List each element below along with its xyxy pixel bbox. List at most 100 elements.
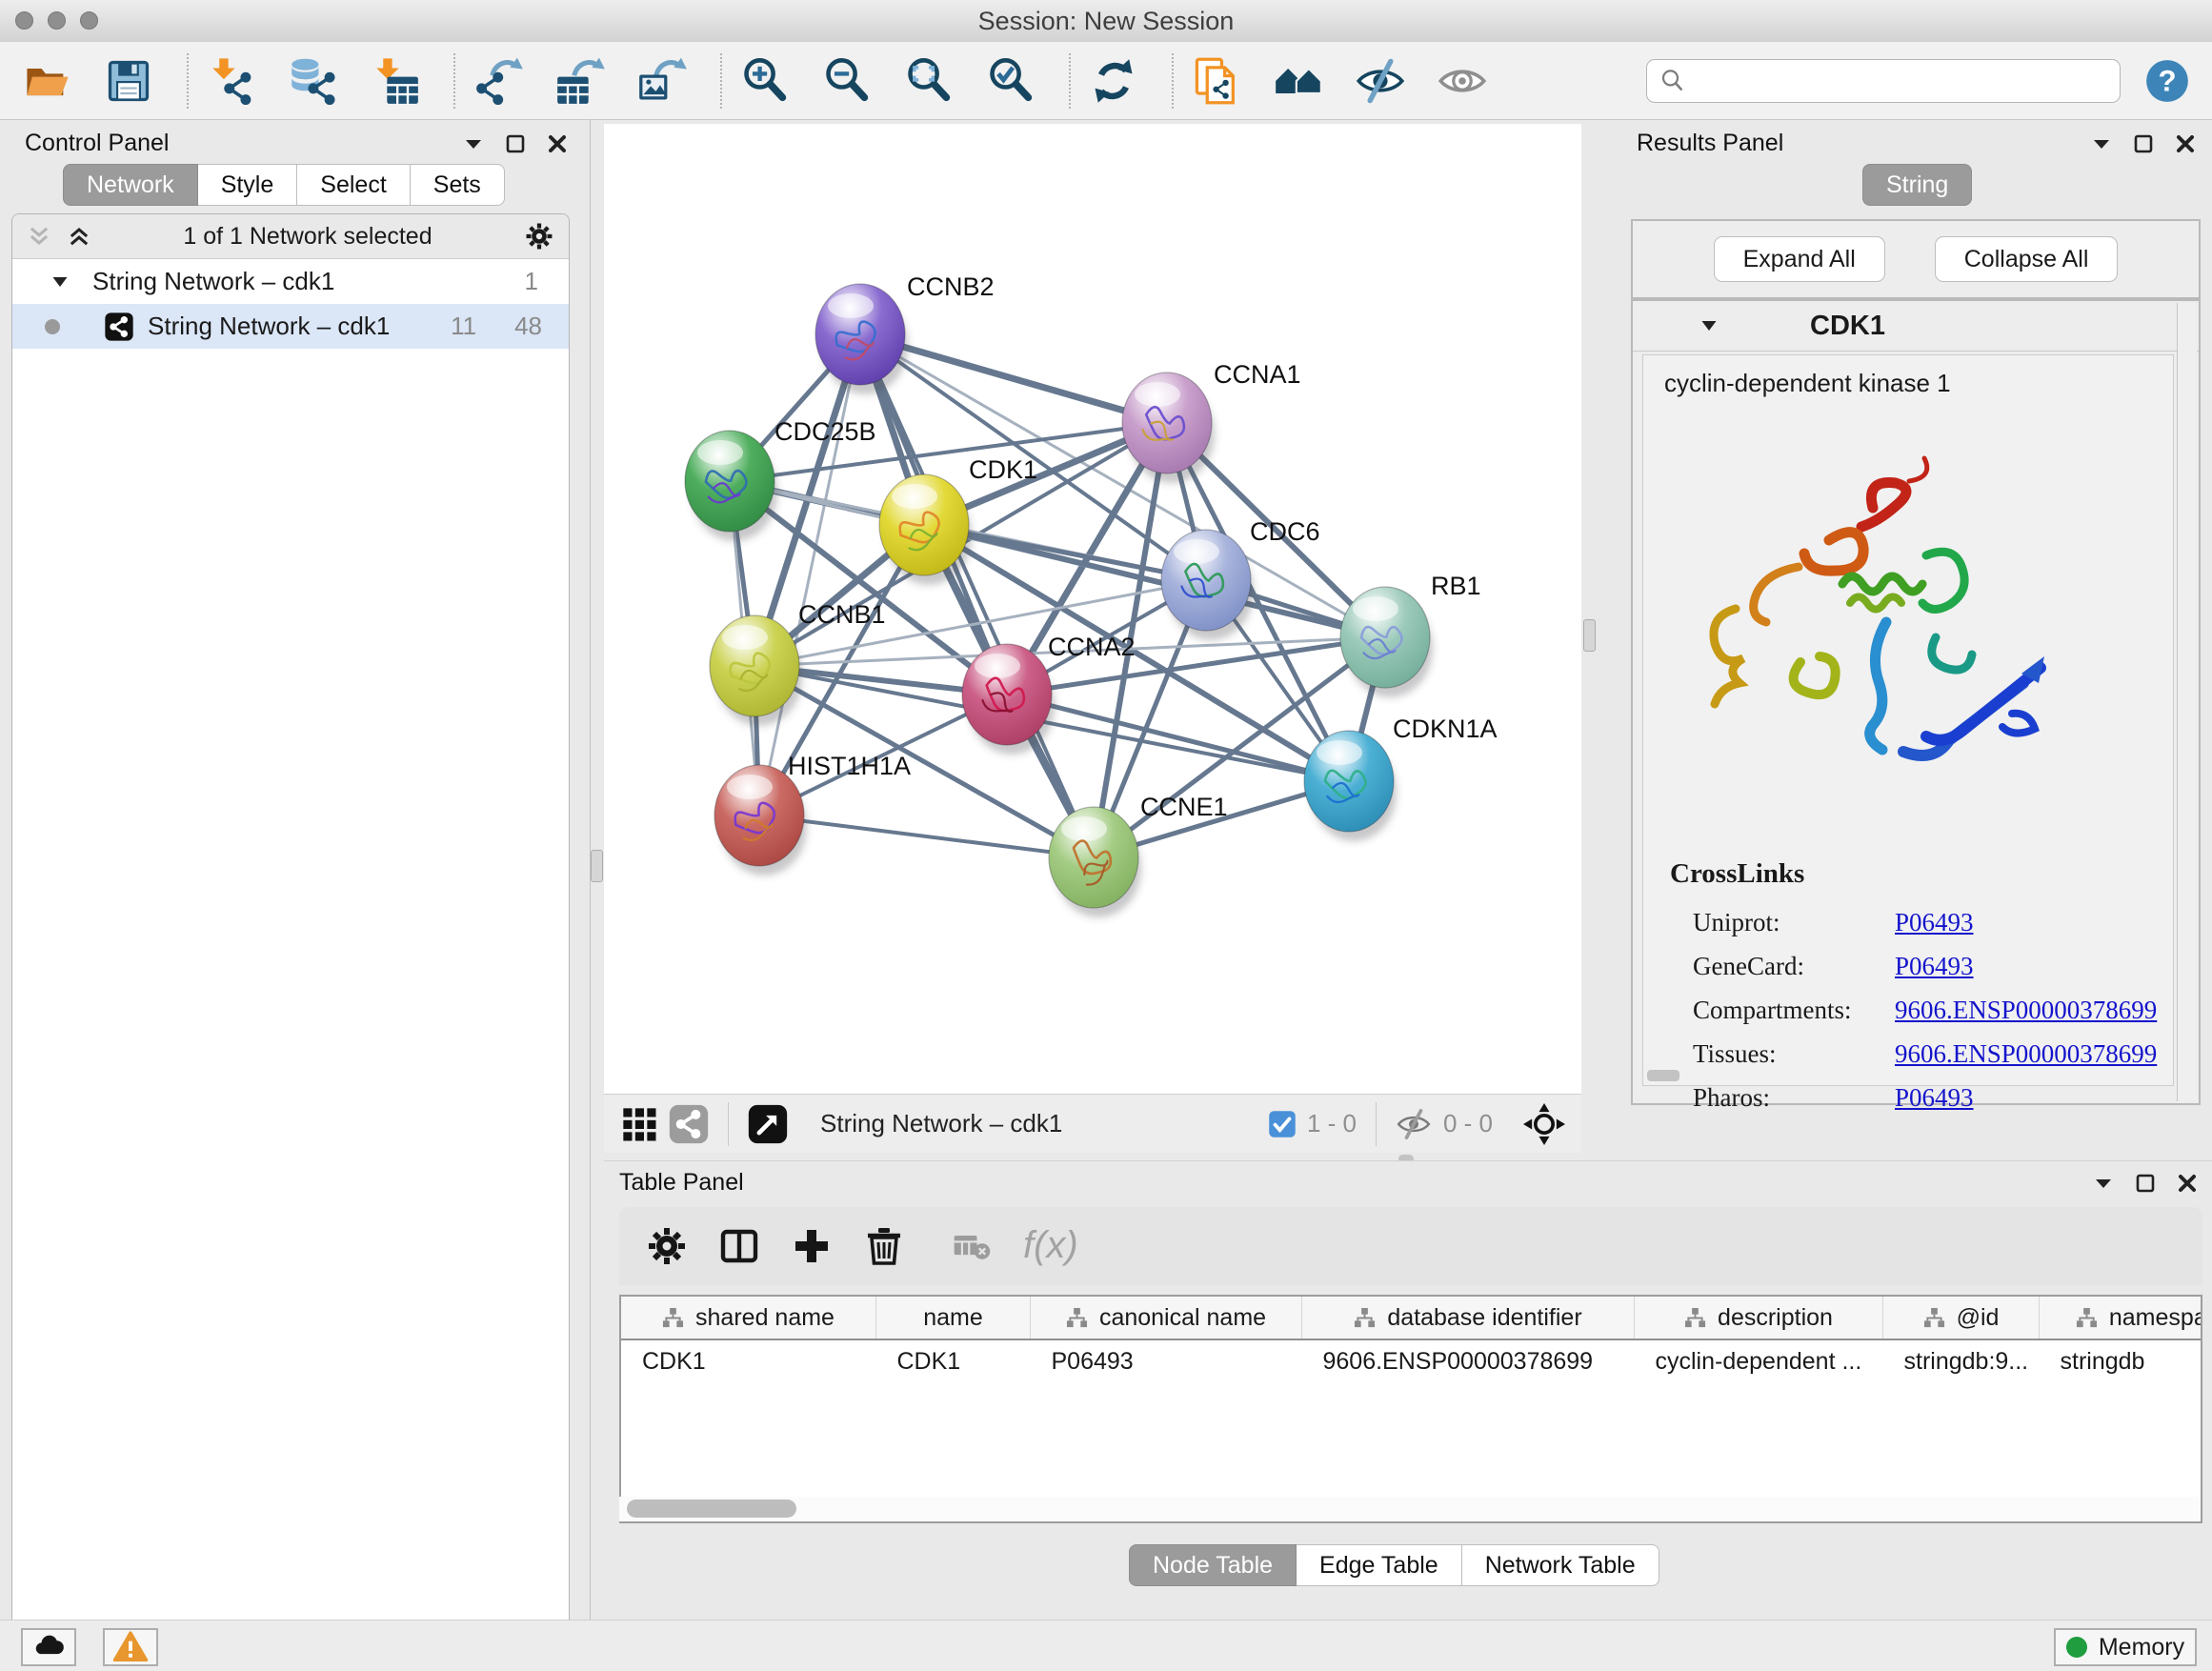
table-hscroll-thumb[interactable] — [627, 1500, 796, 1518]
open-session-button[interactable] — [21, 55, 72, 107]
cloud-status-button[interactable] — [21, 1628, 76, 1666]
grid-view-icon[interactable] — [620, 1105, 658, 1143]
hide-selected-button[interactable] — [1355, 55, 1406, 107]
panel-close-icon[interactable] — [2176, 1172, 2199, 1195]
warning-status-button[interactable] — [103, 1628, 158, 1666]
panel-close-icon[interactable] — [546, 132, 569, 155]
search-box[interactable] — [1646, 59, 2121, 103]
expand-all-button[interactable]: Expand All — [1714, 236, 1885, 282]
results-hscroll-thumb[interactable] — [1647, 1070, 1679, 1081]
panel-menu-icon[interactable] — [2092, 1172, 2115, 1195]
birdseye-pan-icon[interactable] — [1523, 1103, 1565, 1145]
zoom-out-button[interactable] — [821, 55, 873, 107]
export-image-button[interactable] — [636, 55, 688, 107]
delete-table-icon[interactable] — [947, 1221, 996, 1271]
crosslink-link[interactable]: P06493 — [1895, 952, 1974, 981]
detach-view-icon[interactable] — [747, 1103, 789, 1145]
section-expander-icon[interactable] — [1699, 316, 1719, 335]
panel-menu-icon[interactable] — [2090, 132, 2113, 155]
tab-network-table[interactable]: Network Table — [1461, 1544, 1659, 1586]
export-table-button[interactable] — [554, 55, 606, 107]
network-node-rb1[interactable]: RB1 — [1340, 572, 1481, 697]
network-edge[interactable] — [759, 815, 1094, 857]
crosslink-link[interactable]: P06493 — [1895, 1083, 1974, 1113]
network-view-share-icon[interactable] — [668, 1103, 710, 1145]
tab-string[interactable]: String — [1862, 164, 1972, 206]
import-table-file-button[interactable] — [370, 55, 421, 107]
results-vscroll-track[interactable] — [2177, 303, 2197, 1101]
duplicate-network-button[interactable] — [1191, 55, 1242, 107]
network-options-gear-icon[interactable] — [523, 220, 555, 252]
network-row[interactable]: String Network – cdk1 11 48 — [12, 304, 569, 349]
network-node-ccnb2[interactable]: CCNB2 — [815, 272, 995, 394]
search-input[interactable] — [1697, 67, 2108, 95]
delete-column-trash-icon[interactable] — [859, 1221, 909, 1271]
crosslink-link[interactable]: 9606.ENSP00000378699 — [1895, 1039, 2157, 1069]
table-cell[interactable]: stringdb — [2040, 1339, 2203, 1382]
table-row[interactable]: CDK1CDK1P064939606.ENSP00000378699cyclin… — [621, 1339, 2202, 1382]
table-cell[interactable]: CDK1 — [621, 1339, 876, 1382]
hidden-eye-slash-icon[interactable] — [1395, 1105, 1433, 1143]
zoom-in-button[interactable] — [739, 55, 791, 107]
collapse-all-button[interactable]: Collapse All — [1935, 236, 2119, 282]
window-title: Session: New Session — [0, 0, 2212, 42]
panel-float-icon[interactable] — [504, 132, 527, 155]
table-cell[interactable]: 9606.ENSP00000378699 — [1302, 1339, 1635, 1382]
panel-close-icon[interactable] — [2174, 132, 2197, 155]
collapse-all-networks-icon[interactable] — [26, 223, 52, 250]
selected-checkbox-icon[interactable] — [1268, 1110, 1297, 1138]
network-node-cdc6[interactable]: CDC6 — [1161, 517, 1320, 640]
tab-sets[interactable]: Sets — [410, 164, 505, 206]
right-splitter-handle[interactable] — [1583, 619, 1596, 652]
crosslink-link[interactable]: P06493 — [1895, 908, 1974, 937]
network-node-cdkn1a[interactable]: CDKN1A — [1304, 715, 1498, 841]
create-column-plus-icon[interactable] — [787, 1221, 836, 1271]
crosslink-link[interactable]: 9606.ENSP00000378699 — [1895, 996, 2157, 1025]
table-options-gear-icon[interactable] — [642, 1221, 692, 1271]
gene-section-header[interactable]: CDK1 — [1633, 301, 2199, 352]
tab-style[interactable]: Style — [197, 164, 298, 206]
column-header-canonical-name[interactable]: canonical name — [1031, 1297, 1302, 1339]
import-network-database-button[interactable] — [288, 55, 339, 107]
tab-network[interactable]: Network — [63, 164, 198, 206]
show-all-button[interactable] — [1437, 55, 1488, 107]
tab-edge-table[interactable]: Edge Table — [1296, 1544, 1462, 1586]
left-splitter-handle[interactable] — [591, 850, 603, 882]
panel-menu-icon[interactable] — [462, 132, 485, 155]
first-neighbors-button[interactable] — [1273, 55, 1324, 107]
help-button[interactable]: ? — [2143, 57, 2191, 105]
table-cell[interactable]: stringdb:9... — [1883, 1339, 2040, 1382]
column-header--id[interactable]: @id — [1883, 1297, 2040, 1339]
memory-button[interactable]: Memory — [2054, 1628, 2197, 1666]
network-node-hist1h1a[interactable]: HIST1H1A — [714, 752, 911, 876]
network-node-cdk1[interactable]: CDK1 — [879, 455, 1037, 585]
network-view-canvas[interactable]: CCNB2CCNA1CDC25BCDK1CDC6RB1CCNB1CCNA2CDK… — [604, 124, 1581, 1094]
table-cell[interactable]: cyclin-dependent ... — [1635, 1339, 1883, 1382]
export-network-button[interactable] — [473, 55, 524, 107]
table-hscroll-track[interactable] — [619, 1497, 2199, 1521]
network-node-ccnb1[interactable]: CCNB1 — [710, 600, 886, 726]
show-column-icon[interactable] — [714, 1221, 764, 1271]
table-cell[interactable]: CDK1 — [876, 1339, 1031, 1382]
import-network-file-button[interactable] — [206, 55, 257, 107]
network-node-ccne1[interactable]: CCNE1 — [1049, 793, 1228, 917]
save-session-button[interactable] — [103, 55, 154, 107]
column-header-namespace[interactable]: namespace — [2040, 1297, 2203, 1339]
expand-all-networks-icon[interactable] — [66, 223, 92, 250]
column-header-name[interactable]: name — [876, 1297, 1031, 1339]
column-header-description[interactable]: description — [1635, 1297, 1883, 1339]
tab-select[interactable]: Select — [296, 164, 410, 206]
tree-expander-icon[interactable] — [50, 272, 70, 292]
table-cell[interactable]: P06493 — [1031, 1339, 1302, 1382]
refresh-view-button[interactable] — [1088, 55, 1139, 107]
network-edge[interactable] — [759, 334, 860, 815]
panel-float-icon[interactable] — [2134, 1172, 2157, 1195]
column-header-shared-name[interactable]: shared name — [621, 1297, 876, 1339]
panel-float-icon[interactable] — [2132, 132, 2155, 155]
tab-node-table[interactable]: Node Table — [1129, 1544, 1297, 1586]
zoom-selected-button[interactable] — [985, 55, 1036, 107]
column-header-database-identifier[interactable]: database identifier — [1302, 1297, 1635, 1339]
crosslink-row: Uniprot:P06493 — [1693, 900, 2163, 944]
zoom-fit-button[interactable] — [903, 55, 955, 107]
network-collection-row[interactable]: String Network – cdk1 1 — [12, 259, 569, 304]
